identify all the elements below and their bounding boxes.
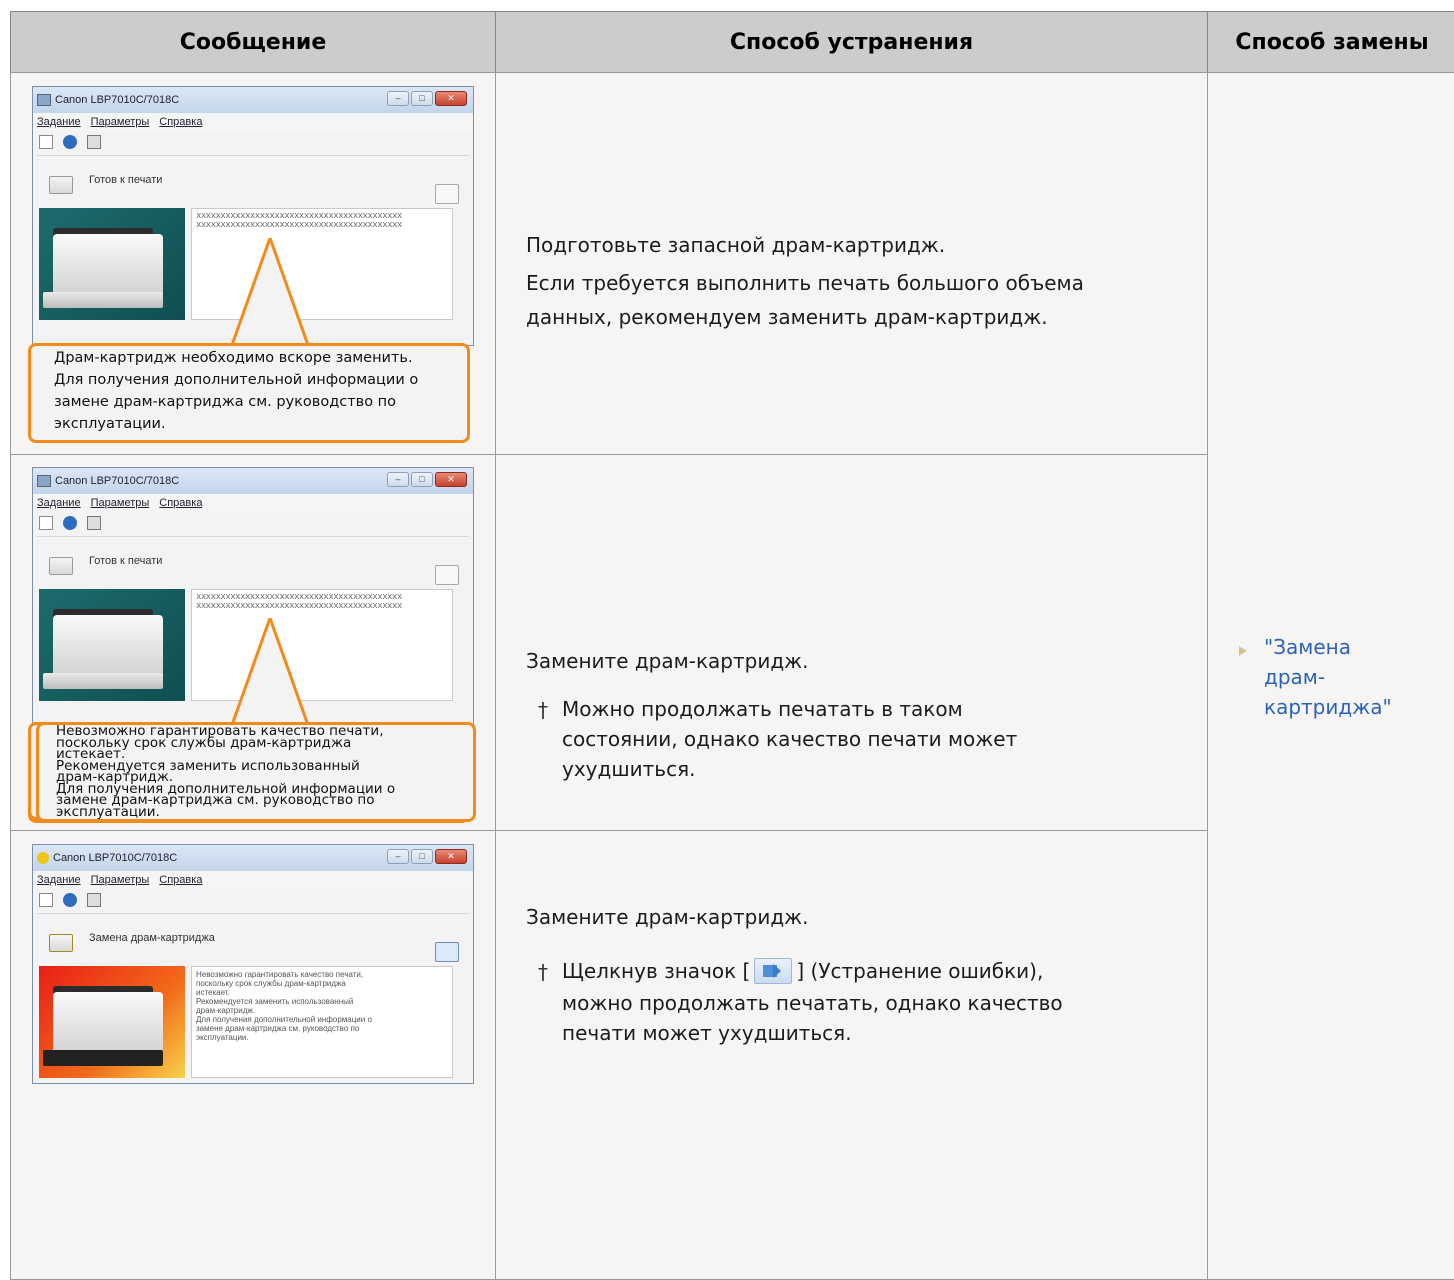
printer-photo <box>39 589 185 701</box>
minimize-icon: – <box>387 849 409 864</box>
status-area: Замена драм-картриджа <box>33 916 473 966</box>
menu-item-params: Параметры <box>90 874 150 886</box>
menu-item-help: Справка <box>159 497 203 509</box>
printer-tool-icon <box>87 516 101 530</box>
window-titlebar: Canon LBP7010C/7018C – □ ✕ <box>33 468 473 494</box>
printer-photo-red <box>39 966 185 1078</box>
row2-callout-text: Невозможно гарантировать качество печати… <box>56 723 396 820</box>
row3-solution-main: Замените драм-картридж. <box>526 905 809 929</box>
minimize-icon: – <box>387 472 409 487</box>
page-icon <box>39 135 53 149</box>
resolve-error-icon <box>435 565 459 585</box>
callout-text-1: Драм-картридж необходимо вскоре заменить… <box>54 350 419 432</box>
row1-solution-text: Подготовьте запасной драм-картридж. Если… <box>526 233 1084 329</box>
header-replace: Способ замены <box>1207 11 1454 73</box>
maximize-icon: □ <box>411 91 433 106</box>
printer-tool-icon <box>87 135 101 149</box>
maximize-icon: □ <box>411 849 433 864</box>
printer-photo <box>39 208 185 320</box>
menu-item-params: Параметры <box>90 116 150 128</box>
window-title: Canon LBP7010C/7018C <box>55 94 180 106</box>
close-icon: ✕ <box>435 849 467 864</box>
close-icon: ✕ <box>435 472 467 487</box>
row2-solution-main: Замените драм-картридж. <box>526 649 809 673</box>
header-message: Сообщение <box>10 11 496 73</box>
window-toolbar <box>33 512 473 534</box>
window-title: Canon LBP7010C/7018C <box>55 475 180 487</box>
status-area: Готов к печати <box>33 158 473 208</box>
link-arrow-icon <box>1239 646 1247 656</box>
divider <box>37 913 469 914</box>
divider <box>37 155 469 156</box>
printer-status-icon <box>37 475 51 487</box>
menu-item-help: Справка <box>159 116 203 128</box>
status-text: Замена драм-картриджа <box>89 932 215 944</box>
message-box: Невозможно гарантировать качество печати… <box>191 966 453 1078</box>
refresh-icon <box>63 893 77 907</box>
row3-note: можно продолжать печатать, однако качест… <box>562 991 1063 1045</box>
window-toolbar <box>33 889 473 911</box>
refresh-icon <box>63 516 77 530</box>
window-titlebar: Canon LBP7010C/7018C – □ ✕ <box>33 845 473 871</box>
row2-note: Можно продолжать печатать в таком состоя… <box>562 697 1018 781</box>
note-dagger-icon: † <box>538 698 548 722</box>
menu-item-task: Задание <box>37 116 81 128</box>
printer-icon <box>49 176 73 194</box>
row3-solution-cell <box>495 830 1208 1280</box>
menu-item-params: Параметры <box>90 497 150 509</box>
refresh-icon <box>63 135 77 149</box>
window-title: Canon LBP7010C/7018C <box>53 852 178 864</box>
window-body: Невозможно гарантировать качество печати… <box>33 966 473 1078</box>
page-icon <box>39 516 53 530</box>
status-text: Готов к печати <box>89 555 163 567</box>
menu-item-help: Справка <box>159 874 203 886</box>
page-icon <box>39 893 53 907</box>
replace-drum-link[interactable]: "Замена драм- картриджа" <box>1264 632 1392 722</box>
printer-tool-icon <box>87 893 101 907</box>
divider <box>37 536 469 537</box>
window-titlebar: Canon LBP7010C/7018C – □ ✕ <box>33 87 473 113</box>
warning-icon <box>37 852 49 864</box>
minimize-icon: – <box>387 91 409 106</box>
printer-status-icon <box>37 94 51 106</box>
maximize-icon: □ <box>411 472 433 487</box>
close-icon: ✕ <box>435 91 467 106</box>
window-toolbar <box>33 131 473 153</box>
status-area: Готов к печати <box>33 539 473 589</box>
resolve-error-button-icon <box>754 958 793 984</box>
menu-item-task: Задание <box>37 497 81 509</box>
menu-item-task: Задание <box>37 874 81 886</box>
window-menu: Задание Параметры Справка <box>33 113 473 131</box>
resolve-error-icon <box>435 942 459 962</box>
header-solution: Способ устранения <box>495 11 1208 73</box>
note-dagger-icon: † <box>538 960 548 984</box>
printer-icon <box>49 557 73 575</box>
status-text: Готов к печати <box>89 174 163 186</box>
resolve-error-icon <box>435 184 459 204</box>
status-window-screenshot-3: Canon LBP7010C/7018C – □ ✕ Задание Парам… <box>32 844 474 1084</box>
printer-warning-icon <box>49 934 73 952</box>
window-menu: Задание Параметры Справка <box>33 871 473 889</box>
row3-note-line1: Щелкнув значок [ ] (Устранение ошибки), <box>562 958 1044 984</box>
window-menu: Задание Параметры Справка <box>33 494 473 512</box>
